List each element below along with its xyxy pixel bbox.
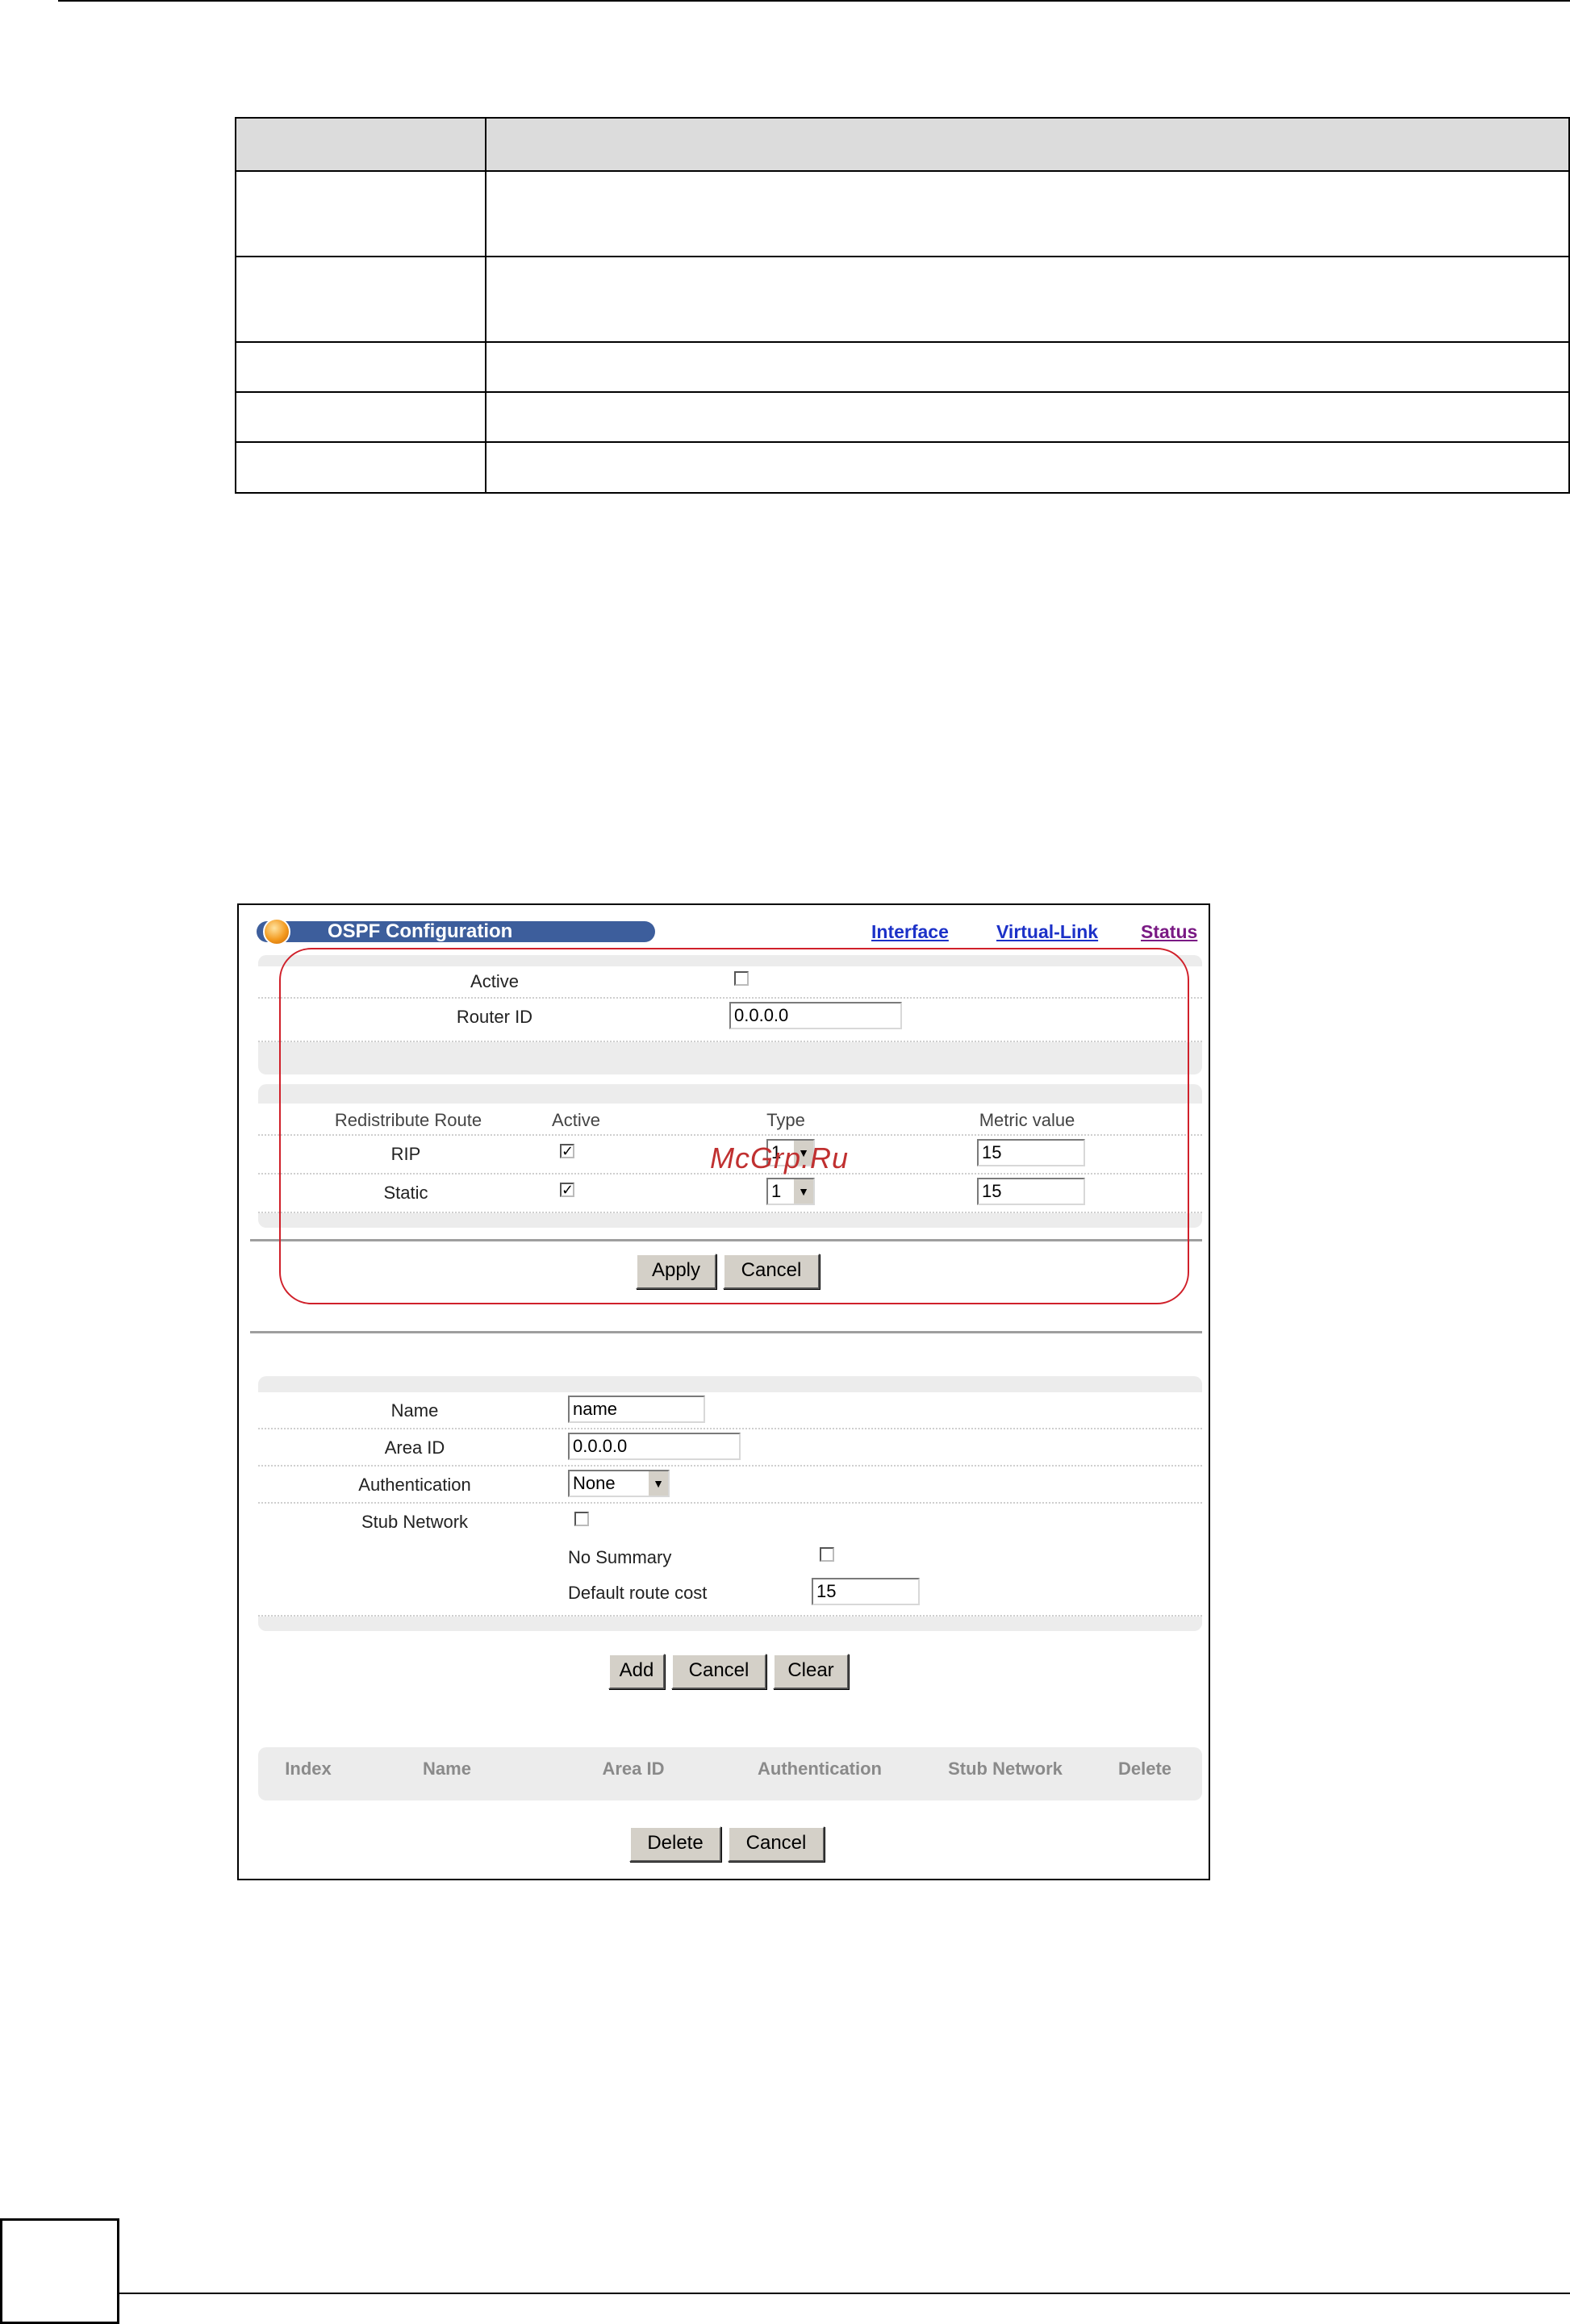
no-summary-label: No Summary (568, 1547, 672, 1567)
page-top-rule (58, 0, 1570, 2)
list-header-index: Index (285, 1759, 332, 1779)
status-link[interactable]: Status (1141, 921, 1197, 943)
add-button[interactable]: Add (608, 1654, 665, 1689)
authentication-label: Authentication (358, 1475, 471, 1495)
area-name-input[interactable]: name (568, 1396, 705, 1423)
area-name-label: Name (390, 1400, 439, 1421)
list-header-stub-network: Stub Network (948, 1759, 1063, 1779)
area-id-label: Area ID (384, 1437, 445, 1458)
list-header-authentication: Authentication (758, 1759, 882, 1779)
doc-table-header (236, 119, 1568, 170)
watermark: McGrp.Ru (710, 1141, 850, 1175)
list-header-delete: Delete (1117, 1759, 1172, 1779)
authentication-select[interactable]: None ▼ (568, 1470, 670, 1497)
divider (250, 1331, 1202, 1333)
page-title: OSPF Configuration (328, 920, 513, 942)
chevron-down-icon: ▼ (647, 1471, 668, 1496)
doc-table-row (236, 341, 1568, 343)
stub-network-checkbox[interactable] (574, 1512, 589, 1526)
default-route-cost-label: Default route cost (568, 1583, 708, 1603)
list-cancel-button[interactable]: Cancel (728, 1826, 825, 1862)
stub-network-label: Stub Network (361, 1512, 469, 1532)
authentication-value: None (573, 1473, 616, 1493)
highlight-annotation (279, 948, 1189, 1304)
doc-table-row (236, 441, 1568, 443)
list-header-name: Name (423, 1759, 471, 1779)
default-route-cost-input[interactable]: 15 (812, 1578, 920, 1605)
doc-table-row (236, 391, 1568, 393)
doc-table (235, 117, 1570, 494)
interface-link[interactable]: Interface (871, 921, 949, 943)
area-cancel-button[interactable]: Cancel (671, 1654, 766, 1689)
no-summary-checkbox[interactable] (820, 1547, 834, 1562)
virtual-link-link[interactable]: Virtual-Link (996, 921, 1098, 943)
footer-page-number-box (0, 2218, 119, 2324)
list-header-area-id: Area ID (602, 1759, 665, 1779)
delete-button[interactable]: Delete (629, 1826, 721, 1862)
clear-button[interactable]: Clear (773, 1654, 849, 1689)
doc-table-row (236, 256, 1568, 257)
area-id-input[interactable]: 0.0.0.0 (568, 1433, 741, 1460)
footer-rule (118, 2293, 1570, 2294)
doc-table-column-divider (485, 119, 486, 492)
doc-table-row (236, 170, 1568, 172)
orb-icon (263, 918, 290, 945)
